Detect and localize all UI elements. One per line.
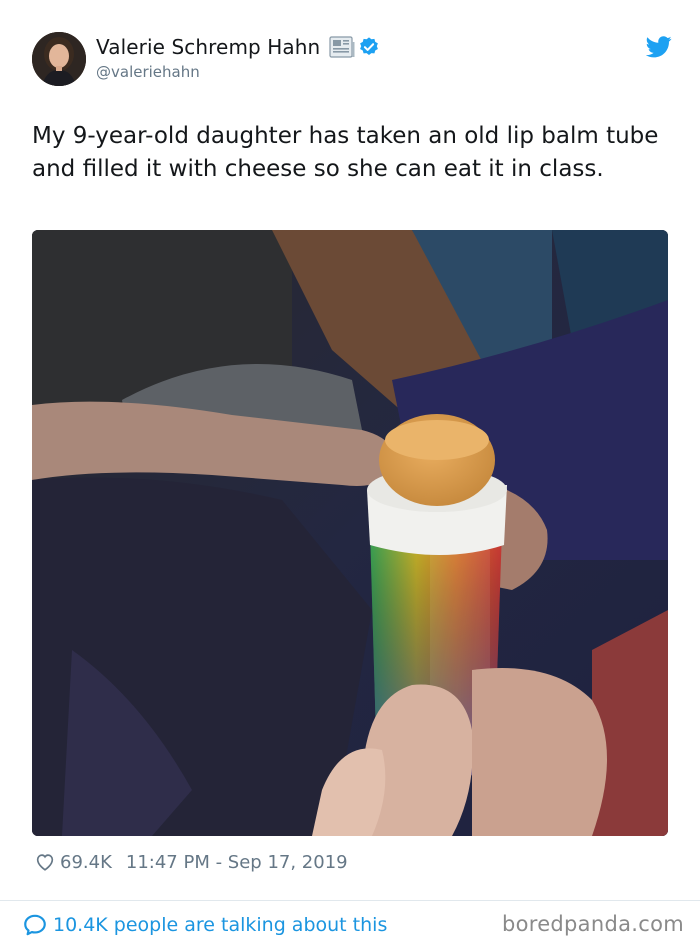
tweet-header: Valerie Schremp Hahn @valeriehahn — [32, 32, 672, 88]
tweet-text: My 9-year-old daughter has taken an old … — [32, 123, 666, 182]
conversation-link[interactable]: 10.4K people are talking about this — [22, 911, 387, 939]
tweet-meta: 69.4K 11:47 PM - Sep 17, 2019 — [34, 848, 348, 876]
timestamp[interactable]: 11:47 PM - Sep 17, 2019 — [126, 852, 348, 873]
heart-icon[interactable] — [34, 851, 56, 873]
author-block: Valerie Schremp Hahn @valeriehahn — [96, 34, 380, 81]
tweet-photo-image — [32, 230, 668, 836]
like-count[interactable]: 69.4K — [60, 852, 112, 873]
watermark: boredpanda.com — [501, 912, 684, 936]
name-row: Valerie Schremp Hahn — [96, 34, 380, 60]
newspaper-icon — [329, 36, 355, 58]
tweet-card: Valerie Schremp Hahn @valeriehahn My 9-y… — [0, 0, 700, 950]
avatar[interactable] — [32, 32, 86, 86]
conversation-text[interactable]: 10.4K people are talking about this — [53, 914, 387, 936]
avatar-image — [32, 32, 86, 86]
verified-check-icon — [360, 37, 379, 55]
divider — [0, 900, 700, 901]
speech-bubble-icon — [24, 914, 46, 936]
author-handle[interactable]: @valeriehahn — [96, 63, 380, 81]
tweet-photo[interactable] — [32, 230, 668, 836]
twitter-bird-icon[interactable] — [646, 36, 672, 58]
author-name[interactable]: Valerie Schremp Hahn — [96, 35, 320, 59]
